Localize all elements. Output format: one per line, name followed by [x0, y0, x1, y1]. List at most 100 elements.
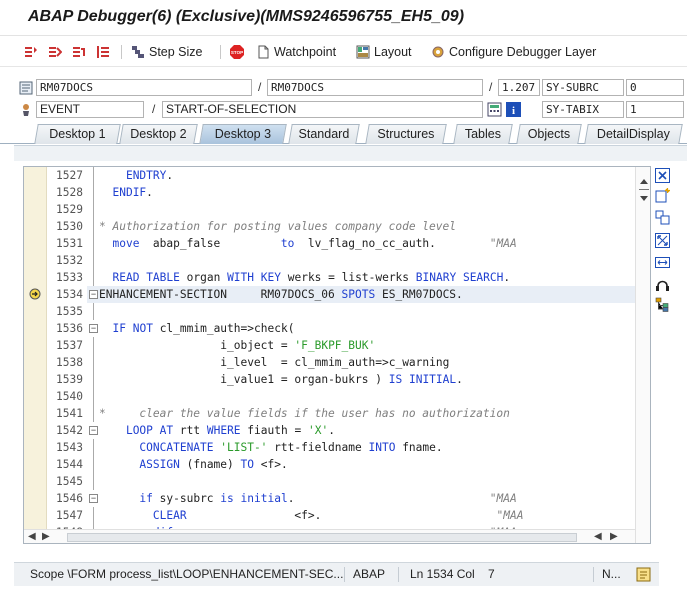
line-number: 1532 [56, 254, 83, 267]
tab-standard[interactable]: Standard [288, 124, 360, 144]
fold-toggle-icon[interactable]: − [89, 426, 98, 435]
cursor-position: Ln 1534 Col 7 [410, 567, 495, 581]
line-number: 1540 [56, 390, 83, 403]
tab-desktop-2[interactable]: Desktop 2 [119, 124, 198, 144]
execute-icon [49, 47, 62, 57]
single-step-button[interactable] [24, 43, 38, 61]
fold-guide [93, 167, 94, 184]
status-separator [593, 567, 594, 582]
desktop-tabs: Desktop 1 Desktop 2 Desktop 3 Standard S… [0, 122, 687, 144]
code-line[interactable] [87, 201, 635, 218]
fold-guide [93, 473, 94, 490]
system-variable-name-1[interactable]: SY-SUBRC [542, 79, 624, 96]
fold-guide [93, 218, 94, 235]
line-number: 1539 [56, 373, 83, 386]
calculator-icon[interactable] [487, 102, 502, 117]
code-line[interactable]: i_value1 = organ-bukrs ) IS INITIAL. [87, 371, 635, 388]
new-tool-icon[interactable] [655, 188, 670, 203]
line-number: 1530 [56, 220, 83, 233]
code-line[interactable]: if sy-subrc is initial. "MAA [87, 490, 635, 507]
configure-layer-button[interactable]: Configure Debugger Layer [431, 43, 596, 61]
code-line[interactable]: IF NOT cl_mmim_auth=>check( [87, 320, 635, 337]
system-variable-value-2[interactable]: 1 [626, 101, 684, 118]
close-icon[interactable] [655, 168, 670, 183]
debugger-toolbar: Step Size STOP Watchpoint Layout Configu… [0, 37, 687, 67]
scroll-thumb[interactable] [639, 189, 649, 190]
return-button[interactable] [72, 43, 86, 61]
code-line[interactable]: * Authorization for posting values compa… [87, 218, 635, 235]
fold-guide [93, 456, 94, 473]
code-line[interactable]: LOOP AT rtt WHERE fiauth = 'X'. [87, 422, 635, 439]
fold-toggle-icon[interactable]: − [89, 494, 98, 503]
scroll-right-icon[interactable]: ▶ [610, 531, 618, 542]
tab-structures[interactable]: Structures [365, 124, 447, 144]
horizontal-scroll-thumb[interactable] [67, 533, 577, 542]
event-type-field[interactable]: EVENT [36, 101, 144, 118]
system-variable-name-2[interactable]: SY-TABIX [542, 101, 624, 118]
code-line[interactable]: CONCATENATE 'LIST-' rtt-fieldname INTO f… [87, 439, 635, 456]
fold-guide [93, 405, 94, 422]
replace-tool-icon[interactable] [655, 210, 670, 225]
fold-guide [93, 337, 94, 354]
step-size-button[interactable]: Step Size [131, 43, 203, 61]
document-icon [258, 45, 269, 59]
slash-separator: / [489, 80, 493, 94]
code-line[interactable]: * clear the value fields if the user has… [87, 405, 635, 422]
code-line[interactable]: i_level = cl_mmim_auth=>c_warning [87, 354, 635, 371]
fold-toggle-icon[interactable]: − [89, 324, 98, 333]
code-line[interactable] [87, 252, 635, 269]
tab-desktop-1[interactable]: Desktop 1 [34, 124, 121, 144]
fold-guide [93, 371, 94, 388]
vertical-scrollbar[interactable] [635, 167, 650, 543]
scroll-down-icon[interactable] [639, 195, 649, 203]
code-line[interactable]: move abap_false to lv_flag_no_cc_auth. "… [87, 235, 635, 252]
scroll-left-icon[interactable]: ◀ [594, 531, 602, 542]
stop-button[interactable]: STOP [230, 43, 244, 61]
code-line[interactable] [87, 473, 635, 490]
notes-icon[interactable] [636, 567, 651, 582]
line-number: 1527 [56, 169, 83, 182]
line-number-field[interactable]: 1.207 [498, 79, 540, 96]
code-line[interactable]: ASSIGN (fname) TO <f>. [87, 456, 635, 473]
line-number: 1531 [56, 237, 83, 250]
code-line[interactable]: ENDTRY. [87, 167, 635, 184]
tab-objects[interactable]: Objects [516, 124, 582, 144]
scroll-right-icon[interactable]: ▶ [42, 531, 50, 542]
event-name-field[interactable]: START-OF-SELECTION [162, 101, 483, 118]
line-numbers: 1527 1528 1529 1530 1531 1532 1533 1534 1535 1536… [47, 167, 87, 543]
code-line[interactable]: i_object = 'F_BKPF_BUK' [87, 337, 635, 354]
tab-tables[interactable]: Tables [453, 124, 513, 144]
breakpoint-gutter[interactable] [24, 167, 47, 543]
hierarchy-icon[interactable] [655, 297, 670, 312]
tab-detail-display[interactable]: DetailDisplay [584, 124, 683, 144]
line-number: 1547 [56, 509, 83, 522]
event-info-row: EVENT / START-OF-SELECTION i SY-TABIX 1 [0, 99, 687, 121]
fold-toggle-icon[interactable]: − [89, 290, 98, 299]
code-line[interactable] [87, 303, 635, 320]
info-icon[interactable]: i [506, 102, 521, 117]
system-variable-value-1[interactable]: 0 [626, 79, 684, 96]
current-code-line[interactable]: ENHANCEMENT-SECTION RM07DOCS_06 SPOTS ES… [87, 286, 635, 303]
fold-guide [93, 303, 94, 320]
scroll-left-icon[interactable]: ◀ [28, 531, 36, 542]
horizontal-scrollbar[interactable]: ◀ ▶ ◀ ▶ [24, 529, 635, 543]
status-bar: Scope \FORM process_list\LOOP\ENHANCEMEN… [14, 562, 659, 586]
source-code-editor[interactable]: 1527 1528 1529 1530 1531 1532 1533 1534 1535 1536… [23, 166, 651, 544]
maximize-icon[interactable] [655, 233, 670, 248]
code-line[interactable] [87, 388, 635, 405]
fold-guide [93, 269, 94, 286]
services-icon[interactable] [655, 277, 670, 292]
code-line[interactable]: READ TABLE organ WITH KEY werks = list-w… [87, 269, 635, 286]
scroll-up-icon[interactable] [639, 177, 649, 185]
execute-button[interactable] [48, 43, 62, 61]
code-line[interactable]: ENDIF. [87, 184, 635, 201]
watchpoint-button[interactable]: Watchpoint [256, 43, 336, 61]
tab-desktop-3[interactable]: Desktop 3 [199, 124, 287, 144]
include-field[interactable]: RM07DOCS [267, 79, 483, 96]
main-program-field[interactable]: RM07DOCS [36, 79, 252, 96]
layout-button[interactable]: Layout [356, 43, 412, 61]
toolbar-separator [121, 45, 122, 59]
code-line[interactable]: CLEAR <f>. "MAA [87, 507, 635, 524]
continue-button[interactable] [96, 43, 110, 61]
swap-icon[interactable] [655, 255, 670, 270]
